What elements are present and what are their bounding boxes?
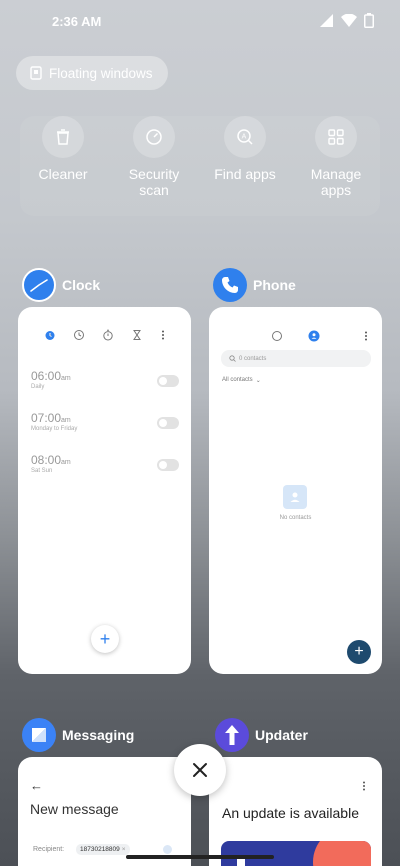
contacts-search-input[interactable]: 0 contacts bbox=[221, 350, 371, 367]
update-banner-image bbox=[221, 841, 371, 866]
phone-app-icon bbox=[213, 268, 247, 302]
updater-app-icon bbox=[215, 718, 249, 752]
find-apps-icon: A bbox=[237, 129, 253, 145]
plus-icon: + bbox=[354, 643, 364, 660]
floating-windows-button[interactable]: Floating windows bbox=[16, 56, 168, 90]
alarm-toggle[interactable] bbox=[157, 375, 179, 387]
alarm-ampm: am bbox=[61, 375, 71, 382]
floating-windows-icon bbox=[30, 66, 42, 80]
person-icon bbox=[290, 492, 300, 502]
messaging-app-icon bbox=[22, 718, 56, 752]
alarm-ampm: am bbox=[61, 417, 71, 424]
status-icons bbox=[320, 13, 374, 28]
phone-card-header[interactable]: Phone bbox=[213, 268, 296, 302]
trash-icon bbox=[57, 129, 69, 145]
messaging-card-header[interactable]: Messaging bbox=[22, 718, 134, 752]
alarm-tab-icon[interactable] bbox=[44, 329, 56, 341]
timer-tab-icon[interactable] bbox=[131, 329, 143, 341]
updater-card-header[interactable]: Updater bbox=[215, 718, 308, 752]
status-time: 2:36 AM bbox=[52, 14, 102, 29]
close-icon bbox=[193, 763, 207, 777]
clock-title: Clock bbox=[62, 277, 101, 293]
shortcut-row: Cleaner Security scan A Find apps Manage… bbox=[20, 116, 380, 216]
clock-app-icon bbox=[22, 268, 56, 302]
alarm-toggle[interactable] bbox=[157, 417, 179, 429]
more-options-icon[interactable] bbox=[160, 329, 166, 341]
phone-recent-card[interactable]: 0 contacts All contacts ⌄ No contacts + bbox=[209, 307, 382, 674]
chevron-down-icon: ⌄ bbox=[255, 378, 261, 384]
alarm-row[interactable]: 08:00am Sat Sun bbox=[31, 453, 179, 474]
status-bar: 2:36 AM bbox=[0, 0, 400, 44]
update-arrow-icon bbox=[225, 725, 239, 745]
battery-icon bbox=[364, 13, 374, 28]
manage-apps-label-line2: apps bbox=[320, 182, 352, 198]
remove-recipient-icon[interactable]: × bbox=[122, 846, 126, 853]
add-alarm-button[interactable]: + bbox=[91, 625, 119, 653]
alarm-row[interactable]: 06:00am Daily bbox=[31, 369, 179, 390]
plus-icon: + bbox=[99, 629, 111, 649]
alarm-time: 06:00 bbox=[31, 369, 62, 383]
more-options-icon[interactable] bbox=[363, 330, 369, 342]
alarm-ampm: am bbox=[61, 459, 71, 466]
close-all-button[interactable] bbox=[174, 744, 226, 796]
security-scan-label-line2: scan bbox=[139, 182, 169, 198]
alarm-repeat: Monday to Friday bbox=[31, 426, 78, 432]
wifi-icon bbox=[341, 14, 357, 27]
search-placeholder: 0 contacts bbox=[239, 355, 267, 362]
add-contact-button[interactable]: + bbox=[347, 640, 371, 664]
manage-apps-button[interactable]: Manage apps bbox=[291, 116, 381, 198]
phone-icon bbox=[222, 277, 238, 293]
messaging-recent-card[interactable]: ← New message Recipient: 18730218809 × bbox=[18, 757, 191, 866]
updater-recent-card[interactable]: An update is available bbox=[209, 757, 382, 866]
empty-contacts-text: No contacts bbox=[279, 515, 312, 521]
alarm-row[interactable]: 07:00am Monday to Friday bbox=[31, 411, 179, 432]
add-contact-icon[interactable] bbox=[163, 845, 172, 854]
alarm-time: 07:00 bbox=[31, 411, 62, 425]
contacts-filter-label: All contacts bbox=[222, 377, 253, 383]
home-indicator[interactable] bbox=[126, 855, 274, 859]
recipient-number: 18730218809 bbox=[80, 846, 120, 853]
call-log-tab-icon[interactable] bbox=[271, 330, 283, 342]
more-options-icon[interactable] bbox=[361, 780, 367, 792]
manage-apps-label-line1: Manage bbox=[310, 166, 362, 182]
signal-icon bbox=[320, 14, 333, 27]
new-message-heading: New message bbox=[30, 801, 119, 817]
contacts-filter[interactable]: All contacts ⌄ bbox=[222, 377, 261, 384]
contacts-tab-icon[interactable] bbox=[308, 330, 320, 342]
cleaner-button[interactable]: Cleaner bbox=[18, 116, 108, 182]
updater-title: Updater bbox=[255, 727, 308, 743]
security-scan-label-line1: Security bbox=[128, 166, 180, 182]
phone-title: Phone bbox=[253, 277, 296, 293]
empty-contacts-icon bbox=[283, 485, 307, 509]
clock-card-header[interactable]: Clock bbox=[22, 268, 100, 302]
alarm-repeat: Sat Sun bbox=[31, 468, 53, 474]
alarm-toggle[interactable] bbox=[157, 459, 179, 471]
stopwatch-tab-icon[interactable] bbox=[102, 329, 114, 341]
cleaner-label: Cleaner bbox=[38, 166, 88, 182]
messaging-icon bbox=[32, 728, 46, 742]
messaging-title: Messaging bbox=[62, 727, 135, 743]
recipient-chip[interactable]: 18730218809 × bbox=[76, 844, 130, 855]
world-clock-tab-icon[interactable] bbox=[73, 329, 85, 341]
security-scan-button[interactable]: Security scan bbox=[109, 116, 199, 198]
manage-apps-icon bbox=[328, 129, 344, 145]
find-apps-button[interactable]: A Find apps bbox=[200, 116, 290, 182]
alarm-repeat: Daily bbox=[31, 384, 45, 390]
search-icon bbox=[229, 355, 236, 362]
back-arrow-icon[interactable]: ← bbox=[30, 778, 43, 793]
svg-text:A: A bbox=[242, 134, 247, 141]
update-available-heading: An update is available bbox=[222, 805, 359, 821]
alarm-time: 08:00 bbox=[31, 453, 62, 467]
security-scan-icon bbox=[146, 129, 162, 145]
clock-recent-card[interactable]: 06:00am Daily 07:00am Monday to Friday 0… bbox=[18, 307, 191, 674]
floating-windows-label: Floating windows bbox=[49, 65, 153, 81]
clock-icon bbox=[30, 279, 48, 292]
clock-tabs bbox=[18, 329, 191, 341]
recipient-label: Recipient: bbox=[33, 846, 65, 853]
find-apps-label: Find apps bbox=[214, 166, 276, 182]
